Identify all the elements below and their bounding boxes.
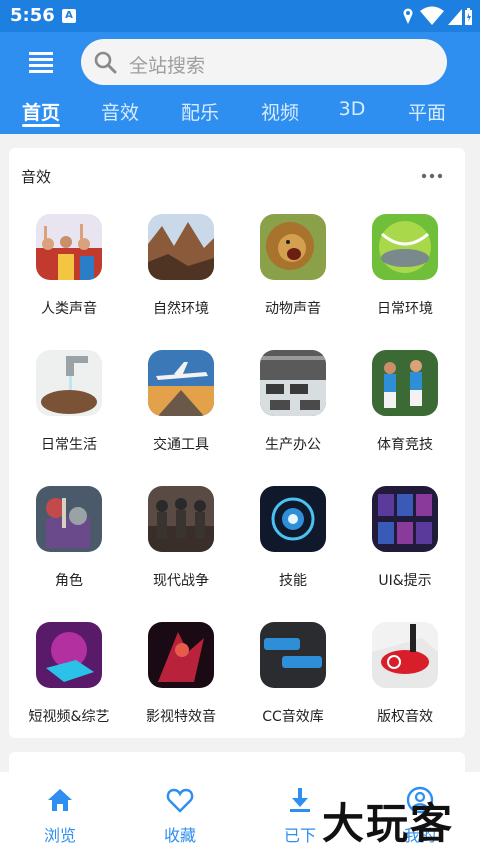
tab-home[interactable]: 首页 xyxy=(11,98,71,125)
crowd-cheering-image xyxy=(36,214,102,280)
category-item[interactable]: 现代战争 xyxy=(125,486,237,616)
category-item[interactable]: 影视特效音 xyxy=(125,622,237,752)
chat-bubbles-image xyxy=(260,622,326,688)
search-input[interactable]: 全站搜索 xyxy=(81,39,447,85)
office-room-image xyxy=(260,350,326,416)
category-label: 交通工具 xyxy=(153,437,209,453)
category-item[interactable]: 角色 xyxy=(13,486,125,616)
notification-icon: A xyxy=(62,9,76,23)
section-title: 音效 xyxy=(21,168,52,186)
status-bar: 5:56 A xyxy=(0,0,480,32)
faucet-water-image xyxy=(36,350,102,416)
category-label: UI&提示 xyxy=(378,573,432,589)
tab-music[interactable]: 配乐 xyxy=(170,98,230,125)
menu-icon[interactable] xyxy=(26,50,56,74)
category-tabs: 首页 音效 配乐 视频 3D 平面 xyxy=(0,96,480,130)
category-label: 日常环境 xyxy=(377,301,433,317)
category-item[interactable]: UI&提示 xyxy=(349,486,461,616)
game-ui-cards-image xyxy=(372,486,438,552)
nav-favorites[interactable]: 收藏 xyxy=(120,782,240,845)
category-label: 自然环境 xyxy=(153,301,209,317)
category-item[interactable]: 版权音效 xyxy=(349,622,461,752)
status-time: 5:56 xyxy=(10,5,55,26)
category-item[interactable]: 短视频&综艺 xyxy=(13,622,125,752)
category-label: CC音效库 xyxy=(262,709,324,725)
category-label: 版权音效 xyxy=(377,709,433,725)
home-icon xyxy=(48,789,72,811)
category-label: 体育竞技 xyxy=(377,437,433,453)
category-label: 短视频&综艺 xyxy=(28,709,110,725)
tab-sound-effects[interactable]: 音效 xyxy=(90,98,150,125)
mountain-landscape-image xyxy=(148,214,214,280)
category-item[interactable]: 生产办公 xyxy=(237,350,349,480)
category-label: 角色 xyxy=(55,573,83,589)
heart-icon xyxy=(166,788,194,813)
category-label: 影视特效音 xyxy=(146,709,216,725)
soccer-players-image xyxy=(372,350,438,416)
category-label: 日常生活 xyxy=(41,437,97,453)
soldiers-image xyxy=(148,486,214,552)
signal-icon xyxy=(448,9,462,25)
location-icon xyxy=(403,8,413,24)
copyright-stamp-image xyxy=(372,622,438,688)
red-warrior-image xyxy=(148,622,214,688)
category-label: 人类声音 xyxy=(41,301,97,317)
tab-graphic[interactable]: 平面 xyxy=(397,98,457,125)
lion-roaring-image xyxy=(260,214,326,280)
watermark: 大玩客 xyxy=(322,799,455,848)
active-tab-indicator xyxy=(22,124,60,127)
tab-video[interactable]: 视频 xyxy=(250,98,310,125)
category-item[interactable]: 动物声音 xyxy=(237,214,349,344)
category-item[interactable]: CC音效库 xyxy=(237,622,349,752)
category-item[interactable]: 体育竞技 xyxy=(349,350,461,480)
download-icon xyxy=(290,788,310,812)
category-label: 现代战争 xyxy=(153,573,209,589)
sound-effects-section: 音效 人类声音 自然环境 动物声音 日常环境 日常生活 交通工具 生产办公 体育… xyxy=(9,148,465,738)
airplane-runway-image xyxy=(148,350,214,416)
nav-label: 收藏 xyxy=(163,826,196,845)
category-label: 动物声音 xyxy=(265,301,321,317)
category-label: 生产办公 xyxy=(265,437,321,453)
app-header: 全站搜索 首页 音效 配乐 视频 3D 平面 xyxy=(0,32,480,134)
game-character-image xyxy=(36,486,102,552)
category-item[interactable]: 交通工具 xyxy=(125,350,237,480)
nav-browse[interactable]: 浏览 xyxy=(0,782,120,845)
tab-3d[interactable]: 3D xyxy=(322,98,382,120)
nav-label: 浏览 xyxy=(43,826,76,845)
search-placeholder: 全站搜索 xyxy=(129,55,206,77)
category-item[interactable]: 自然环境 xyxy=(125,214,237,344)
battery-icon xyxy=(465,8,472,25)
search-icon xyxy=(94,51,117,74)
wifi-icon xyxy=(420,6,444,25)
more-options-icon[interactable] xyxy=(419,166,445,186)
neon-phone-image xyxy=(36,622,102,688)
category-item[interactable]: 人类声音 xyxy=(13,214,125,344)
category-item[interactable]: 日常生活 xyxy=(13,350,125,480)
status-icons xyxy=(403,6,472,25)
tennis-ball-image xyxy=(372,214,438,280)
category-item[interactable]: 日常环境 xyxy=(349,214,461,344)
magic-skill-image xyxy=(260,486,326,552)
category-label: 技能 xyxy=(279,573,307,589)
category-item[interactable]: 技能 xyxy=(237,486,349,616)
